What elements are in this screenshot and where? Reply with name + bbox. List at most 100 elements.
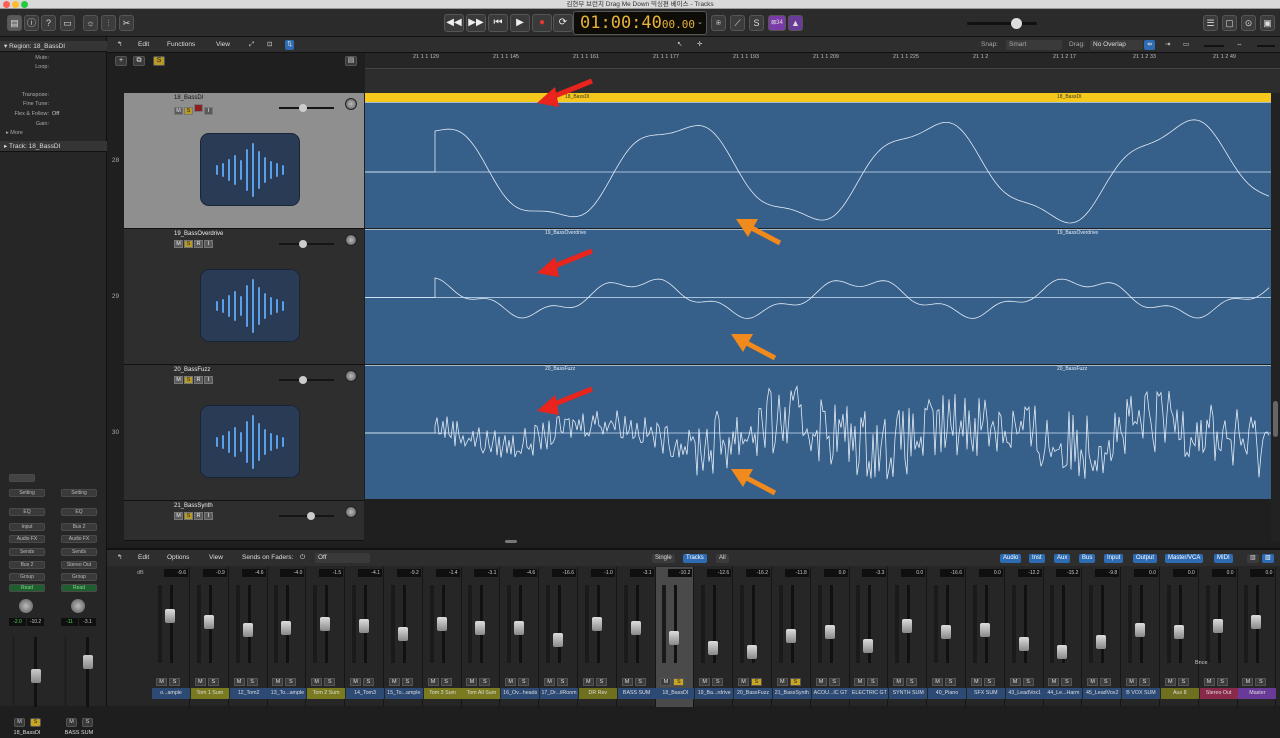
channel-name[interactable]: 45_LeadVox2: [1083, 688, 1122, 699]
drag-select[interactable]: No Overlap: [1090, 40, 1143, 50]
strip-eq-button[interactable]: EQ: [61, 508, 97, 516]
track-record-button[interactable]: R: [194, 376, 203, 384]
channel-name[interactable]: 18_BassDI: [656, 688, 695, 699]
strip-eq-button[interactable]: EQ: [9, 508, 45, 516]
channel-solo-button[interactable]: S: [1061, 678, 1073, 686]
channel-fader-cap[interactable]: [902, 619, 913, 633]
channel-fader-cap[interactable]: [242, 623, 253, 637]
channel-mute-button[interactable]: M: [1164, 678, 1176, 686]
channel-solo-button[interactable]: S: [557, 678, 568, 686]
zoom-in-icon[interactable]: ⇔: [1236, 40, 1243, 50]
channel-mute-button[interactable]: M: [932, 678, 943, 686]
filter-midi[interactable]: MIDI: [1214, 554, 1233, 563]
vertical-scrollbar[interactable]: [1271, 93, 1280, 541]
selected-region-header[interactable]: 18_BassDI 18_BassDI: [365, 93, 1271, 102]
channel-name[interactable]: ACOU...IC GT: [811, 688, 850, 699]
track-solo-button[interactable]: S: [184, 376, 193, 384]
channel-solo-button[interactable]: S: [440, 678, 452, 686]
notepad-button[interactable]: ▢: [1222, 15, 1237, 31]
vertical-zoom-slider[interactable]: [1257, 45, 1275, 47]
channel-solo-button[interactable]: S: [401, 678, 413, 686]
channel-fader-cap[interactable]: [281, 621, 292, 635]
inspector-row-gain[interactable]: Gain:: [0, 121, 107, 130]
lcd-display[interactable]: 01:00:4000.00 ⌄: [573, 11, 707, 35]
narrow-strips-icon[interactable]: ▥: [1247, 554, 1259, 563]
bounce-label[interactable]: Bnce: [1195, 660, 1208, 666]
solo-mode-button[interactable]: S: [749, 15, 764, 31]
track-solo-button[interactable]: S: [184, 240, 193, 248]
track-input-monitor-button[interactable]: I: [204, 376, 213, 384]
channel-fader-track[interactable]: [1178, 585, 1182, 663]
channel-solo-button[interactable]: S: [479, 678, 491, 686]
channel-fader-track[interactable]: [1023, 585, 1027, 663]
inspector-more[interactable]: ▸ More: [0, 130, 107, 139]
channel-mute-button[interactable]: M: [582, 678, 594, 686]
channel-name[interactable]: DR Rev: [578, 688, 617, 699]
filter-output[interactable]: Output: [1133, 554, 1158, 563]
channel-name[interactable]: Stereo Out: [1199, 688, 1238, 699]
inspector-row-fine-tune[interactable]: Fine Tune:: [0, 101, 107, 110]
vertical-scroll-thumb[interactable]: [1273, 401, 1278, 437]
strip-gain-knob[interactable]: [9, 474, 35, 482]
track-solo-button[interactable]: S: [184, 107, 193, 115]
channel-mute-button[interactable]: M: [1087, 678, 1099, 686]
channel-name[interactable]: 20_BassFuzz: [734, 688, 772, 699]
track-volume-thumb[interactable]: [307, 512, 315, 520]
channel-solo-button[interactable]: S: [285, 678, 297, 686]
channel-mute-button[interactable]: M: [1203, 678, 1215, 686]
channel-solo-button[interactable]: S: [207, 678, 219, 686]
channel-name[interactable]: 12_Tom2: [229, 688, 268, 699]
channel-mute-button[interactable]: M: [621, 678, 633, 686]
track-record-button[interactable]: R: [194, 512, 203, 520]
volume-fader-track[interactable]: [86, 637, 89, 707]
track-volume-slider[interactable]: [279, 104, 334, 112]
toolbar-button[interactable]: ▭: [60, 15, 75, 31]
track-header[interactable]: 28 18_BassDI M S I: [112, 93, 364, 229]
channel-mute-button[interactable]: M: [1009, 678, 1021, 686]
view-tab-all[interactable]: All: [716, 554, 729, 563]
track-input-monitor-button[interactable]: I: [204, 512, 213, 520]
strip-audio-fx-slot[interactable]: Audio FX: [61, 535, 97, 543]
channel-fader-cap[interactable]: [863, 639, 874, 653]
rewind-button[interactable]: ◀◀: [444, 14, 464, 32]
track-pan-knob[interactable]: [345, 98, 357, 110]
track-pan-knob[interactable]: [345, 370, 357, 382]
master-volume-knob[interactable]: [1011, 18, 1022, 29]
track-volume-thumb[interactable]: [299, 376, 307, 384]
channel-solo-button[interactable]: S: [363, 678, 374, 686]
inspector-button[interactable]: ⓘ: [24, 15, 39, 31]
channel-solo-button[interactable]: S: [673, 678, 685, 686]
filter-master-vca[interactable]: Master/VCA: [1165, 554, 1204, 563]
channel-fader-track[interactable]: [829, 585, 833, 663]
channel-solo-button[interactable]: S: [1022, 678, 1034, 686]
filter-input[interactable]: Input: [1104, 554, 1124, 563]
pan-knob[interactable]: [19, 599, 33, 613]
browser-button[interactable]: ▣: [1260, 15, 1275, 31]
list-editors-button[interactable]: ☰: [1203, 15, 1218, 31]
channel-name[interactable]: 16_Ov...heads: [501, 688, 540, 699]
channel-mute-button[interactable]: M: [272, 678, 284, 686]
channel-fader-cap[interactable]: [669, 631, 680, 645]
channel-fader-cap[interactable]: [436, 617, 447, 631]
play-button[interactable]: ▶: [510, 14, 530, 32]
zoom-fit-icon[interactable]: ▭: [1183, 40, 1189, 50]
pointer-tool-icon[interactable]: ↖: [677, 40, 682, 50]
horizontal-zoom-icon[interactable]: ⇹: [1144, 40, 1156, 50]
channel-fader-cap[interactable]: [1018, 637, 1029, 651]
inspector-row-mute[interactable]: Mute:: [0, 55, 107, 64]
cycle-button[interactable]: ⟳: [553, 14, 573, 32]
fast-forward-button[interactable]: ▶▶: [466, 14, 486, 32]
channel-name[interactable]: SYNTH SUM: [889, 688, 928, 699]
strip-setting-button[interactable]: Setting: [61, 489, 97, 497]
tracks-functions-menu[interactable]: Functions: [167, 40, 195, 50]
channel-fader-cap[interactable]: [203, 615, 214, 629]
channel-fader-cap[interactable]: [979, 623, 990, 637]
inspector-row-loop[interactable]: Loop:: [0, 64, 107, 73]
channel-fader-cap[interactable]: [397, 627, 408, 641]
channel-mute-button[interactable]: M: [156, 678, 167, 686]
channel-mute-button[interactable]: M: [388, 678, 400, 686]
horizontal-scroll-thumb[interactable]: [505, 540, 517, 543]
library-button[interactable]: ▤: [7, 15, 22, 31]
channel-fader-cap[interactable]: [630, 621, 641, 635]
volume-fader-cap[interactable]: [83, 655, 93, 669]
